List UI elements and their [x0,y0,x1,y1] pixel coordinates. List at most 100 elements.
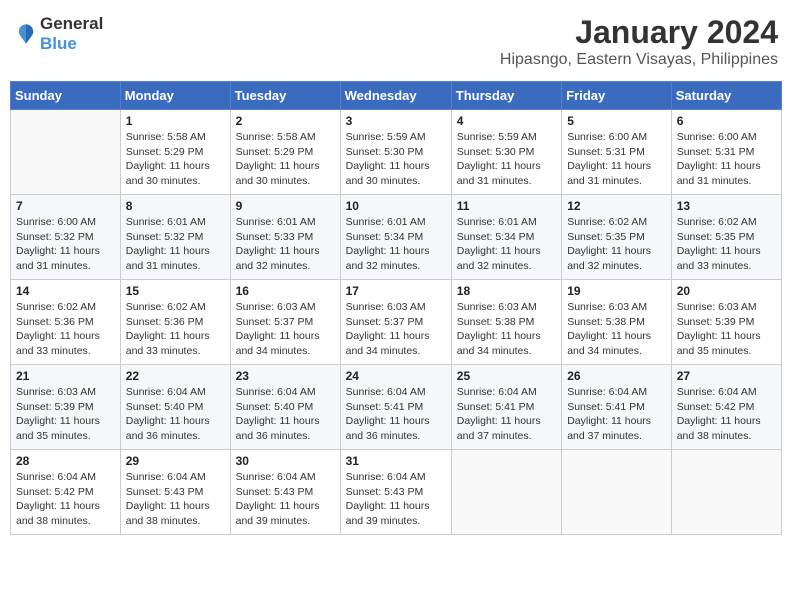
day-number: 28 [16,454,115,468]
logo-icon [14,22,38,46]
day-info: Sunrise: 6:04 AMSunset: 5:42 PMDaylight:… [16,470,115,529]
calendar-cell [11,110,121,195]
day-info: Sunrise: 6:04 AMSunset: 5:43 PMDaylight:… [346,470,446,529]
day-number: 15 [126,284,225,298]
day-info: Sunrise: 6:04 AMSunset: 5:40 PMDaylight:… [126,385,225,444]
day-number: 13 [677,199,776,213]
calendar-cell: 29 Sunrise: 6:04 AMSunset: 5:43 PMDayligh… [120,450,230,535]
logo-general: General [40,14,103,33]
day-info: Sunrise: 6:04 AMSunset: 5:43 PMDaylight:… [126,470,225,529]
weekday-header-wednesday: Wednesday [340,82,451,110]
calendar-cell: 22Sunrise: 6:04 AMSunset: 5:40 PMDayligh… [120,365,230,450]
calendar-cell: 15 Sunrise: 6:02 AMSunset: 5:36 PMDayligh… [120,280,230,365]
day-info: Sunrise: 6:04 AMSunset: 5:43 PMDaylight:… [236,470,335,529]
day-info: Sunrise: 6:02 AMSunset: 5:36 PMDaylight:… [126,300,225,359]
calendar-cell: 2 Sunrise: 5:58 AMSunset: 5:29 PMDaylight… [230,110,340,195]
week-row-2: 7 Sunrise: 6:00 AMSunset: 5:32 PMDaylight… [11,195,782,280]
calendar-cell [671,450,781,535]
calendar-cell: 5 Sunrise: 6:00 AMSunset: 5:31 PMDaylight… [562,110,672,195]
day-number: 26 [567,369,666,383]
day-info: Sunrise: 6:00 AMSunset: 5:31 PMDaylight:… [567,130,666,189]
calendar-cell: 24Sunrise: 6:04 AMSunset: 5:41 PMDayligh… [340,365,451,450]
calendar-cell: 28 Sunrise: 6:04 AMSunset: 5:42 PMDayligh… [11,450,121,535]
calendar-cell: 10 Sunrise: 6:01 AMSunset: 5:34 PMDayligh… [340,195,451,280]
day-info: Sunrise: 6:01 AMSunset: 5:32 PMDaylight:… [126,215,225,274]
location-title: Hipasngo, Eastern Visayas, Philippines [500,51,778,69]
title-area: January 2024 Hipasngo, Eastern Visayas, … [500,14,778,69]
weekday-header-thursday: Thursday [451,82,561,110]
calendar-cell: 27 Sunrise: 6:04 AMSunset: 5:42 PMDayligh… [671,365,781,450]
day-number: 5 [567,114,666,128]
day-number: 27 [677,369,776,383]
calendar-cell: 16 Sunrise: 6:03 AMSunset: 5:37 PMDayligh… [230,280,340,365]
day-info: Sunrise: 6:02 AMSunset: 5:35 PMDaylight:… [567,215,666,274]
day-number: 11 [457,199,556,213]
calendar-cell: 17 Sunrise: 6:03 AMSunset: 5:37 PMDayligh… [340,280,451,365]
week-row-1: 1 Sunrise: 5:58 AMSunset: 5:29 PMDaylight… [11,110,782,195]
day-info: Sunrise: 6:04 AMSunset: 5:41 PMDaylight:… [567,385,666,444]
calendar-cell: 26 Sunrise: 6:04 AMSunset: 5:41 PMDayligh… [562,365,672,450]
calendar-cell: 25Sunrise: 6:04 AMSunset: 5:41 PMDayligh… [451,365,561,450]
calendar-cell: 3Sunrise: 5:59 AMSunset: 5:30 PMDaylight… [340,110,451,195]
day-number: 6 [677,114,776,128]
weekday-header-monday: Monday [120,82,230,110]
weekday-header-saturday: Saturday [671,82,781,110]
day-number: 10 [346,199,446,213]
day-info: Sunrise: 6:02 AMSunset: 5:35 PMDaylight:… [677,215,776,274]
calendar-cell: 12Sunrise: 6:02 AMSunset: 5:35 PMDayligh… [562,195,672,280]
day-info: Sunrise: 6:03 AMSunset: 5:37 PMDaylight:… [346,300,446,359]
calendar-cell: 9 Sunrise: 6:01 AMSunset: 5:33 PMDaylight… [230,195,340,280]
calendar-cell [451,450,561,535]
day-info: Sunrise: 6:01 AMSunset: 5:33 PMDaylight:… [236,215,335,274]
day-info: Sunrise: 6:03 AMSunset: 5:37 PMDaylight:… [236,300,335,359]
day-info: Sunrise: 6:02 AMSunset: 5:36 PMDaylight:… [16,300,115,359]
calendar-table: SundayMondayTuesdayWednesdayThursdayFrid… [10,81,782,535]
day-number: 30 [236,454,335,468]
day-info: Sunrise: 5:58 AMSunset: 5:29 PMDaylight:… [126,130,225,189]
calendar-cell: 1 Sunrise: 5:58 AMSunset: 5:29 PMDaylight… [120,110,230,195]
day-info: Sunrise: 5:59 AMSunset: 5:30 PMDaylight:… [457,130,556,189]
day-info: Sunrise: 6:01 AMSunset: 5:34 PMDaylight:… [346,215,446,274]
calendar-cell: 14 Sunrise: 6:02 AMSunset: 5:36 PMDayligh… [11,280,121,365]
day-number: 9 [236,199,335,213]
calendar-cell: 23Sunrise: 6:04 AMSunset: 5:40 PMDayligh… [230,365,340,450]
calendar-cell: 18Sunrise: 6:03 AMSunset: 5:38 PMDayligh… [451,280,561,365]
calendar-cell: 19Sunrise: 6:03 AMSunset: 5:38 PMDayligh… [562,280,672,365]
day-number: 16 [236,284,335,298]
day-number: 7 [16,199,115,213]
day-number: 24 [346,369,446,383]
day-info: Sunrise: 6:03 AMSunset: 5:38 PMDaylight:… [567,300,666,359]
day-number: 1 [126,114,225,128]
day-info: Sunrise: 6:03 AMSunset: 5:39 PMDaylight:… [16,385,115,444]
day-info: Sunrise: 6:00 AMSunset: 5:32 PMDaylight:… [16,215,115,274]
day-info: Sunrise: 5:59 AMSunset: 5:30 PMDaylight:… [346,130,446,189]
weekday-header-friday: Friday [562,82,672,110]
day-info: Sunrise: 6:04 AMSunset: 5:42 PMDaylight:… [677,385,776,444]
day-number: 14 [16,284,115,298]
calendar-cell: 31Sunrise: 6:04 AMSunset: 5:43 PMDayligh… [340,450,451,535]
day-number: 2 [236,114,335,128]
day-number: 8 [126,199,225,213]
day-info: Sunrise: 6:03 AMSunset: 5:38 PMDaylight:… [457,300,556,359]
calendar-cell: 8 Sunrise: 6:01 AMSunset: 5:32 PMDaylight… [120,195,230,280]
day-info: Sunrise: 6:04 AMSunset: 5:41 PMDaylight:… [457,385,556,444]
day-info: Sunrise: 6:04 AMSunset: 5:40 PMDaylight:… [236,385,335,444]
calendar-cell: 13 Sunrise: 6:02 AMSunset: 5:35 PMDayligh… [671,195,781,280]
day-number: 4 [457,114,556,128]
calendar-cell: 11 Sunrise: 6:01 AMSunset: 5:34 PMDayligh… [451,195,561,280]
logo: General Blue [14,14,103,54]
weekday-header-sunday: Sunday [11,82,121,110]
day-number: 17 [346,284,446,298]
day-number: 29 [126,454,225,468]
calendar-cell: 6 Sunrise: 6:00 AMSunset: 5:31 PMDaylight… [671,110,781,195]
calendar-cell: 7 Sunrise: 6:00 AMSunset: 5:32 PMDaylight… [11,195,121,280]
day-info: Sunrise: 5:58 AMSunset: 5:29 PMDaylight:… [236,130,335,189]
calendar-cell [562,450,672,535]
day-info: Sunrise: 6:00 AMSunset: 5:31 PMDaylight:… [677,130,776,189]
day-info: Sunrise: 6:03 AMSunset: 5:39 PMDaylight:… [677,300,776,359]
week-row-3: 14 Sunrise: 6:02 AMSunset: 5:36 PMDayligh… [11,280,782,365]
day-info: Sunrise: 6:01 AMSunset: 5:34 PMDaylight:… [457,215,556,274]
weekday-header-tuesday: Tuesday [230,82,340,110]
logo-blue: Blue [40,34,77,53]
month-title: January 2024 [500,14,778,51]
